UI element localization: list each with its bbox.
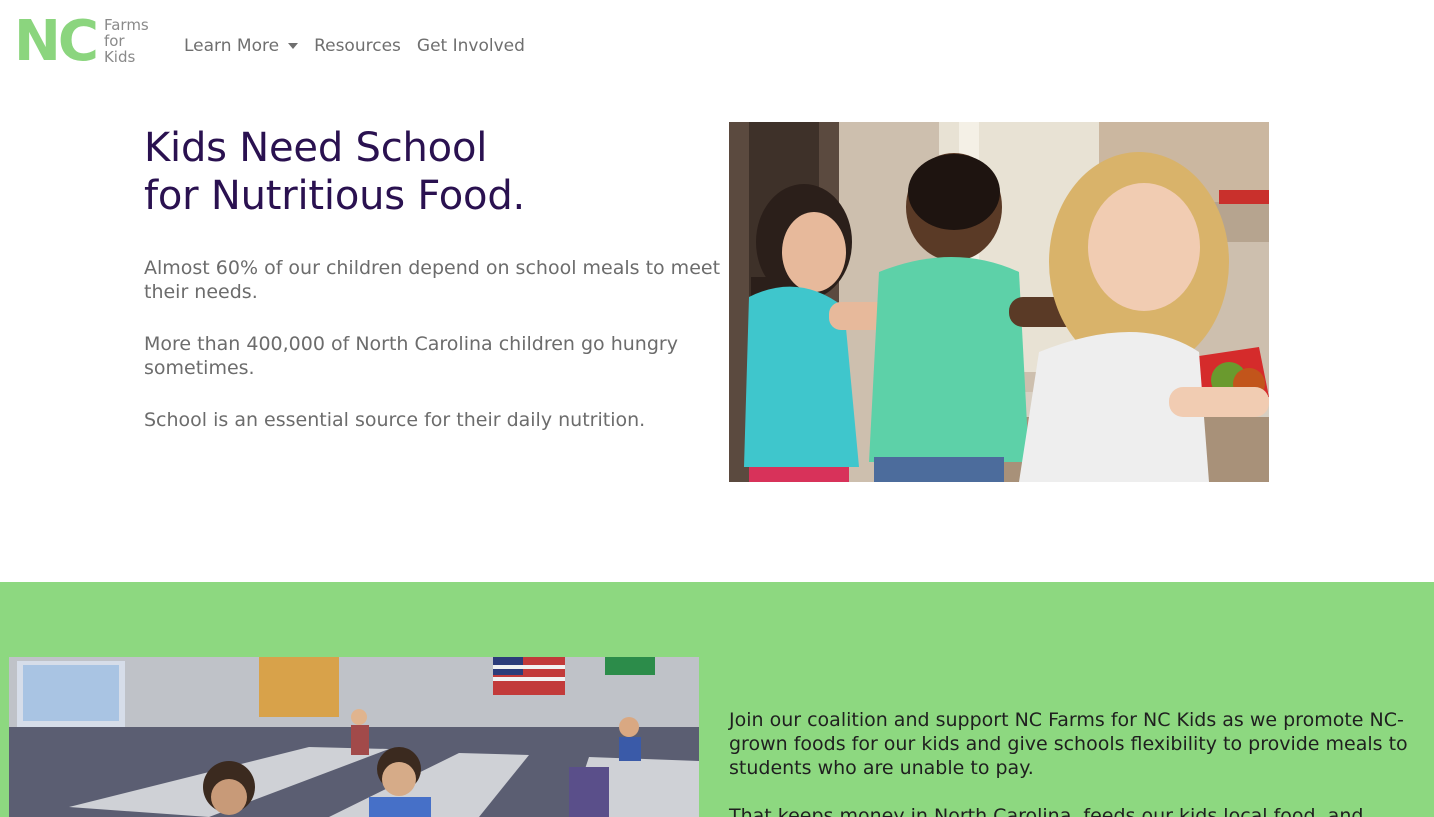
logo-mark: NC xyxy=(14,9,99,74)
nav-get-involved-link[interactable]: Get Involved xyxy=(417,36,525,56)
nav-resources-link[interactable]: Resources xyxy=(314,36,401,56)
logo-line: Kids xyxy=(103,48,136,66)
nav-learn-more-label: Learn More xyxy=(184,36,280,56)
hero-photo-kids-lunch-line xyxy=(729,122,1269,482)
logo-text: Farms for Kids xyxy=(104,17,149,65)
coalition-paragraph-2: That keeps money in North Carolina, feed… xyxy=(729,805,1364,817)
navbar: NC Farms for Kids Learn More Resources G… xyxy=(0,0,1434,92)
hero-stat-nutrition: School is an essential source for their … xyxy=(144,409,646,431)
brand-logo[interactable]: NC Farms for Kids xyxy=(14,14,149,70)
hero-stat-meals: Almost 60% of our children depend on sch… xyxy=(144,257,721,303)
coalition-paragraph-1: Join our coalition and support NC Farms … xyxy=(729,709,1408,779)
hero-title: Kids Need School for Nutritious Food. xyxy=(144,124,704,220)
caret-down-icon xyxy=(288,43,299,49)
logo-line: Farms xyxy=(103,16,149,34)
main-nav: Learn More Resources Get Involved xyxy=(184,36,541,56)
nav-learn-more-dropdown[interactable]: Learn More xyxy=(184,36,299,56)
hero-title-line-1: Kids Need School xyxy=(144,125,488,171)
logo-line: for xyxy=(103,32,125,50)
hero-title-line-2: for Nutritious Food. xyxy=(144,173,526,219)
cafeteria-photo xyxy=(9,657,699,817)
coalition-section: Join our coalition and support NC Farms … xyxy=(0,582,1434,817)
hero-stat-hungry: More than 400,000 of North Carolina chil… xyxy=(144,333,678,379)
